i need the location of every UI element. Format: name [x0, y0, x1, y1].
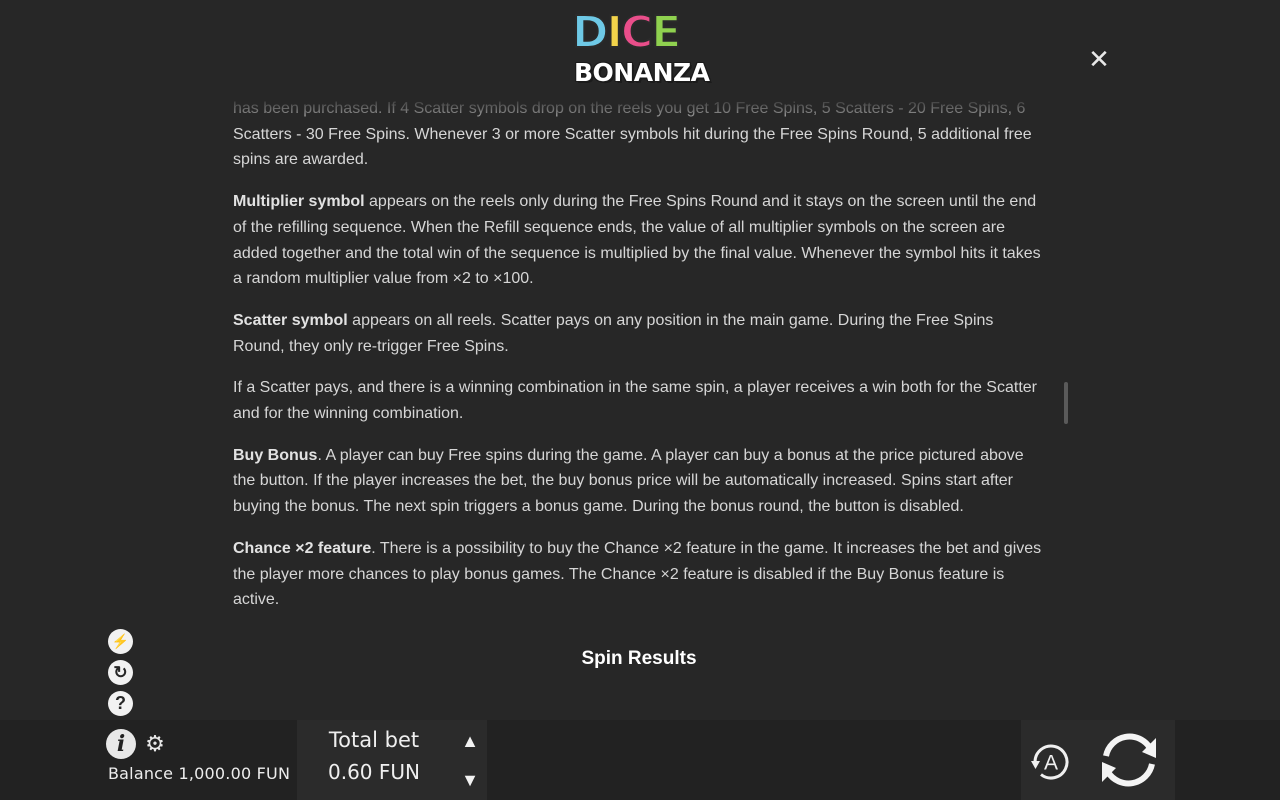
- gear-icon[interactable]: ⚙: [144, 732, 166, 756]
- info-icon[interactable]: i: [106, 729, 136, 759]
- logo-letter-i: I: [606, 7, 624, 59]
- content-top-fade: [233, 96, 1053, 124]
- rules-paragraph-chance: Chance ×2 feature. There is a possibilit…: [233, 536, 1045, 613]
- spin-button[interactable]: [1094, 726, 1164, 794]
- scatter-text: appears on all reels. Scatter pays on an…: [233, 311, 994, 355]
- logo-dice-word: DICE: [571, 7, 708, 59]
- close-icon[interactable]: ✕: [1086, 46, 1112, 72]
- scatter-heading: Scatter symbol: [233, 311, 348, 329]
- buy-bonus-text: . A player can buy Free spins during the…: [233, 446, 1024, 516]
- turbo-spin-icon[interactable]: ⚡: [108, 629, 133, 654]
- logo-letter-e: E: [650, 7, 682, 59]
- rules-paragraph-scatter-pays: If a Scatter pays, and there is a winnin…: [233, 379, 1037, 423]
- help-icon[interactable]: ?: [108, 691, 133, 716]
- autoplay-icon: A: [1031, 744, 1069, 780]
- balance-display: Balance 1,000.00 FUN: [108, 764, 291, 783]
- quick-spin-icon[interactable]: ↻: [108, 660, 133, 685]
- logo-letter-d: D: [571, 7, 609, 59]
- rules-paragraph-scatter: Scatter symbol appears on all reels. Sca…: [233, 308, 1045, 359]
- multiplier-heading: Multiplier symbol: [233, 193, 365, 211]
- total-bet-label: Total bet: [328, 728, 420, 752]
- logo-letter-c: C: [620, 7, 654, 59]
- rules-paragraph-multiplier: Multiplier symbol appears on the reels o…: [233, 189, 1045, 292]
- game-logo: DICE BONANZA: [571, 7, 710, 90]
- section-title-spin-results: Spin Results: [581, 647, 697, 669]
- autoplay-letter: A: [1044, 752, 1058, 775]
- logo-bonanza-word: BONANZA: [574, 58, 710, 87]
- total-bet-value: 0.60 FUN: [328, 760, 420, 784]
- rules-paragraph-buy-bonus: Buy Bonus. A player can buy Free spins d…: [233, 443, 1045, 520]
- bet-increase-button[interactable]: ▲: [455, 726, 485, 756]
- chance-heading: Chance ×2 feature: [233, 539, 372, 557]
- buy-bonus-heading: Buy Bonus: [233, 446, 318, 464]
- rules-content: has been purchased. If 4 Scatter symbols…: [233, 96, 1045, 720]
- autoplay-button[interactable]: A: [1027, 738, 1075, 786]
- spin-icon: [1102, 733, 1156, 787]
- content-scrollbar[interactable]: [1064, 382, 1068, 424]
- bet-decrease-button[interactable]: ▼: [455, 765, 485, 795]
